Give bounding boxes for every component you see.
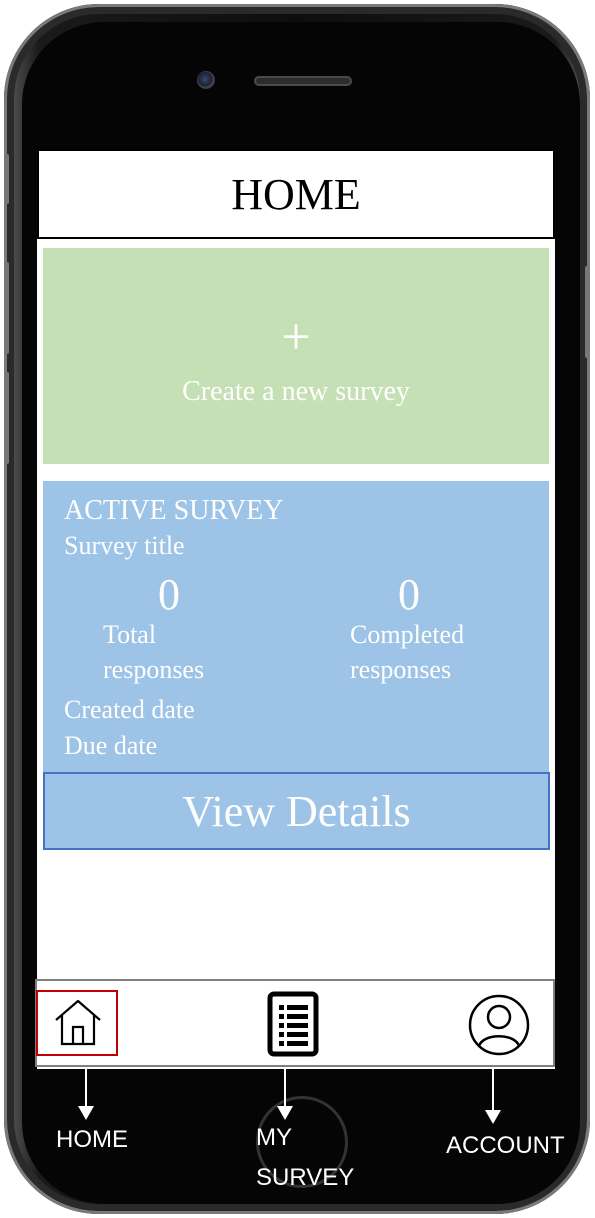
total-responses-label-line1: Total [103, 620, 157, 649]
my-survey-annotation-label-line2: SURVEY [256, 1164, 355, 1191]
create-survey-label: Create a new survey [182, 376, 410, 407]
bottom-tab-bar [35, 979, 555, 1067]
survey-list-icon [267, 991, 319, 1057]
account-annotation-arrow [485, 1110, 501, 1124]
home-icon [55, 999, 101, 1046]
home-annotation-arrow [78, 1106, 94, 1120]
power-button [585, 266, 590, 358]
home-annotation-label: HOME [56, 1126, 128, 1153]
due-date-label: Due date [64, 731, 158, 760]
my-survey-annotation-line [284, 1069, 286, 1109]
completed-responses-label-line1: Completed [350, 620, 465, 649]
volume-up-button [4, 262, 9, 354]
account-annotation-line [492, 1069, 494, 1113]
app-screen: HOME + Create a new survey ACTIVE SURVEY… [35, 149, 555, 1069]
total-responses-label-line2: responses [103, 655, 205, 684]
total-responses-count: 0 [158, 570, 180, 619]
account-annotation-label: ACCOUNT [446, 1132, 565, 1159]
my-survey-annotation-label-line1: MY [256, 1124, 292, 1151]
earpiece-speaker [254, 76, 352, 86]
create-survey-card[interactable]: + Create a new survey [43, 248, 549, 464]
completed-responses-label-line2: responses [350, 655, 452, 684]
active-survey-heading: ACTIVE SURVEY [64, 495, 284, 526]
survey-title: Survey title [64, 531, 185, 560]
front-camera [197, 71, 215, 89]
mute-switch [4, 154, 9, 204]
volume-down-button [4, 372, 9, 464]
home-annotation-line [85, 1069, 87, 1109]
account-icon [468, 994, 530, 1056]
created-date-label: Created date [64, 695, 195, 724]
my-survey-annotation-arrow [277, 1106, 293, 1120]
page-title: HOME [37, 149, 555, 239]
view-details-button[interactable]: View Details [43, 772, 550, 850]
plus-icon: + [281, 309, 311, 366]
tab-home[interactable] [36, 981, 157, 1069]
tab-my-survey[interactable] [237, 981, 357, 1069]
completed-responses-count: 0 [398, 570, 420, 619]
tab-account[interactable] [447, 981, 555, 1069]
